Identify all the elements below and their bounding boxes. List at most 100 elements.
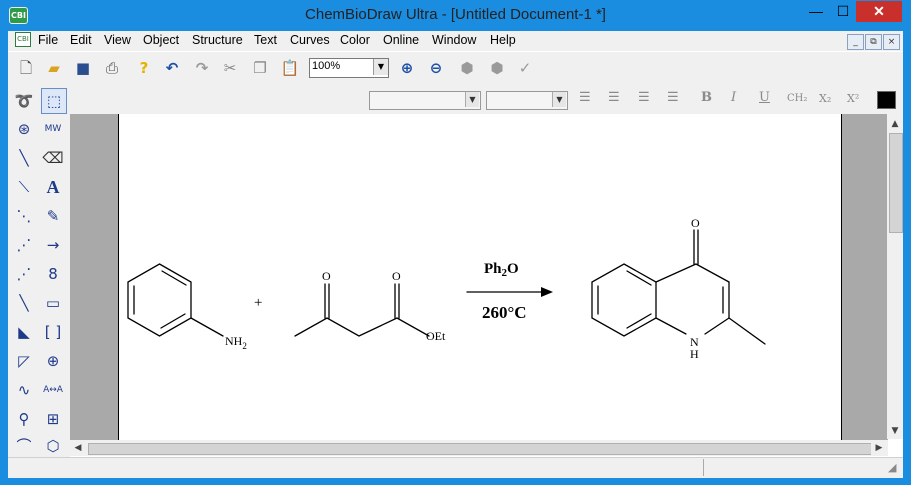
- check-structure-icon[interactable]: ⬢: [487, 58, 507, 78]
- ketone-oxygen-label: O: [322, 269, 331, 283]
- scroll-up-icon[interactable]: ▲: [887, 116, 903, 132]
- reagent-label: Ph2O: [484, 261, 519, 279]
- maximize-button[interactable]: ☐: [830, 1, 856, 22]
- mdi-restore-button[interactable]: ⧉: [865, 34, 882, 50]
- checkmark-icon[interactable]: ✓: [515, 58, 535, 78]
- menu-file[interactable]: File: [38, 33, 58, 47]
- bold-button[interactable]: B: [701, 90, 712, 105]
- bold-bond-icon[interactable]: ╲: [12, 291, 36, 315]
- arrow-head: [541, 287, 553, 297]
- pen-tool-icon[interactable]: ✎: [41, 204, 65, 228]
- menu-edit[interactable]: Edit: [70, 33, 92, 47]
- cut-icon[interactable]: ✂: [220, 58, 240, 78]
- product-oxygen-label: O: [691, 216, 700, 230]
- align-left-icon[interactable]: ☰: [579, 90, 591, 105]
- scroll-left-icon[interactable]: ◀: [70, 440, 86, 456]
- mdi-minimize-button[interactable]: _: [847, 34, 864, 50]
- templates-icon[interactable]: ⬡: [41, 436, 65, 456]
- zoom-value: 100%: [312, 60, 341, 72]
- dashed-bond-icon[interactable]: ⋰: [12, 262, 36, 286]
- text-tool-icon[interactable]: A: [41, 175, 65, 199]
- print-icon[interactable]: ⎙: [102, 58, 122, 78]
- align-right-icon[interactable]: ☰: [638, 90, 650, 105]
- chevron-down-icon[interactable]: ▼: [552, 92, 566, 107]
- zoom-out-icon[interactable]: ⊖: [426, 58, 446, 78]
- document-canvas[interactable]: NH2 + O O OEt Ph2O 260°C O N H: [118, 114, 842, 440]
- bracket-icon[interactable]: [ ]: [41, 320, 65, 344]
- plus-sign: +: [254, 295, 262, 311]
- underline-button[interactable]: U: [759, 90, 770, 105]
- chain-tool-icon[interactable]: ⌒: [12, 436, 36, 456]
- query-tool-icon[interactable]: ⚲: [12, 407, 36, 431]
- document-icon[interactable]: CBI: [15, 32, 31, 47]
- status-bar: [8, 457, 903, 478]
- condition-label: 260°C: [482, 303, 527, 322]
- justify-icon[interactable]: ☰: [667, 90, 679, 105]
- help-icon[interactable]: ?: [134, 58, 154, 78]
- save-icon[interactable]: ■: [73, 58, 93, 78]
- mdi-close-button[interactable]: ×: [883, 34, 900, 50]
- minimize-button[interactable]: —: [802, 1, 830, 22]
- align-center-icon[interactable]: ☰: [608, 90, 620, 105]
- redo-icon[interactable]: ↷: [192, 58, 212, 78]
- mass-fragment-icon[interactable]: MW: [41, 117, 65, 141]
- amine-label: NH2: [225, 334, 247, 351]
- new-document-icon[interactable]: 🗋: [16, 58, 36, 78]
- menu-structure[interactable]: Structure: [192, 33, 243, 47]
- horizontal-scroll-thumb[interactable]: [88, 443, 872, 455]
- chevron-down-icon[interactable]: ▼: [373, 59, 388, 75]
- copy-icon[interactable]: ❐: [250, 58, 270, 78]
- open-folder-icon[interactable]: ▰: [44, 58, 64, 78]
- window-title: ChemBioDraw Ultra - [Untitled Document-1…: [305, 6, 606, 23]
- benzo-ring: [591, 263, 657, 337]
- table-tool-icon[interactable]: ⊞: [41, 407, 65, 431]
- lasso-icon[interactable]: ➰: [12, 89, 36, 113]
- eraser-icon[interactable]: ⌫: [41, 146, 65, 170]
- wavy-bond-icon[interactable]: ∿: [12, 378, 36, 402]
- window-border-bottom: [0, 477, 911, 485]
- wedged-bold-bond-icon[interactable]: ◣: [12, 320, 36, 344]
- structure-perspective-icon[interactable]: ⊛: [12, 117, 36, 141]
- bold-hashed-bond-icon[interactable]: ⋰: [12, 233, 36, 257]
- window-border-left: [0, 31, 8, 477]
- menu-view[interactable]: View: [104, 33, 131, 47]
- menu-help[interactable]: Help: [490, 33, 516, 47]
- chemical-symbol-icon[interactable]: ⊕: [41, 349, 65, 373]
- chevron-down-icon[interactable]: ▼: [465, 92, 479, 107]
- orbital-icon[interactable]: 8: [41, 262, 65, 286]
- wedge-bond-icon[interactable]: ⟍: [12, 175, 36, 199]
- single-bond-icon[interactable]: ╲: [12, 146, 36, 170]
- menu-text[interactable]: Text: [254, 33, 277, 47]
- scroll-right-icon[interactable]: ▶: [871, 440, 887, 456]
- close-button[interactable]: ✕: [856, 1, 902, 22]
- scroll-down-icon[interactable]: ▼: [887, 423, 903, 439]
- vertical-scroll-thumb[interactable]: [889, 133, 903, 233]
- ethoxy-label: OEt: [426, 329, 446, 343]
- resize-grip-icon[interactable]: ◢: [888, 461, 896, 474]
- undo-icon[interactable]: ↶: [162, 58, 182, 78]
- hashed-bond-icon[interactable]: ⋱: [12, 204, 36, 228]
- subscript-button[interactable]: X₂: [819, 92, 831, 105]
- window-border-right: [903, 31, 911, 477]
- marquee-select-icon[interactable]: ⬚: [41, 88, 67, 114]
- paste-icon[interactable]: 📋: [280, 58, 300, 78]
- aniline-ring: [127, 263, 192, 337]
- arrow-tool-icon[interactable]: →: [41, 233, 65, 257]
- menu-window[interactable]: Window: [432, 33, 476, 47]
- clean-structure-icon[interactable]: ⬢: [457, 58, 477, 78]
- ester-carbonyl-oxygen-label: O: [392, 269, 401, 283]
- reaction-atom-map-icon[interactable]: A↔A: [41, 378, 65, 402]
- menu-color[interactable]: Color: [340, 33, 370, 47]
- menu-online[interactable]: Online: [383, 33, 419, 47]
- menu-object[interactable]: Object: [143, 33, 179, 47]
- menu-curves[interactable]: Curves: [290, 33, 330, 47]
- status-divider: [703, 459, 704, 476]
- formula-button[interactable]: CH₂: [787, 93, 807, 104]
- zoom-in-icon[interactable]: ⊕: [397, 58, 417, 78]
- ketoester-backbone: [294, 317, 430, 337]
- hollow-wedge-bond-icon[interactable]: ◸: [12, 349, 36, 373]
- italic-button[interactable]: I: [731, 90, 736, 105]
- drawing-element-icon[interactable]: ▭: [41, 291, 65, 315]
- color-swatch[interactable]: [877, 91, 896, 109]
- superscript-button[interactable]: X²: [847, 92, 859, 105]
